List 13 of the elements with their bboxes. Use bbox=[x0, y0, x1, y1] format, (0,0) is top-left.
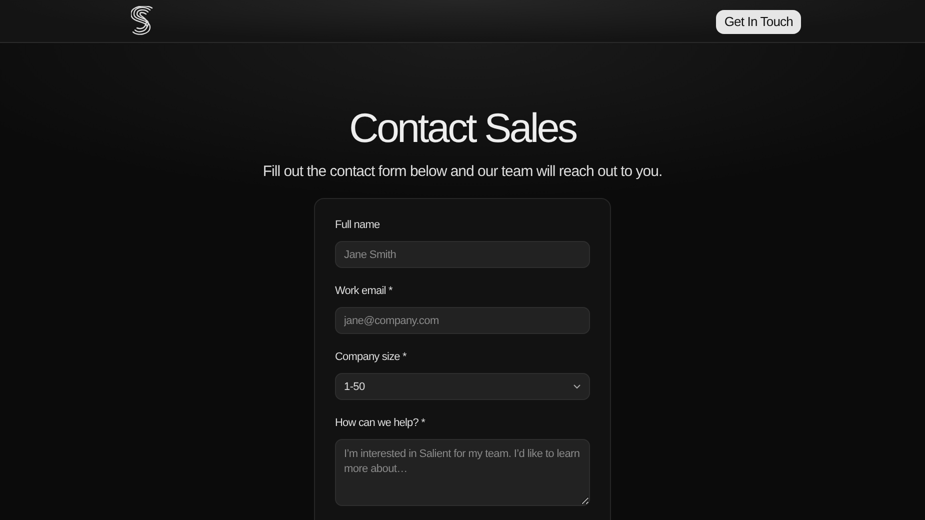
select-field[interactable]: 1-50 bbox=[335, 373, 590, 400]
text-field[interactable]: jane@company.com bbox=[335, 307, 590, 334]
get-in-touch-button[interactable]: Get In Touch bbox=[716, 10, 801, 34]
text-field[interactable]: Jane Smith bbox=[335, 241, 590, 268]
message-field[interactable]: I’m interested in Salient for my team. I’d like to learn more about… bbox=[335, 439, 590, 506]
field-label: How can we help? * bbox=[335, 417, 426, 429]
field-label: Work email * bbox=[335, 285, 394, 297]
page-title: Contact Sales bbox=[348, 105, 578, 151]
field-label: Full name bbox=[335, 219, 381, 231]
field-label: Company size * bbox=[335, 351, 408, 363]
logo-icon[interactable] bbox=[131, 6, 153, 36]
chevron-down-icon bbox=[573, 384, 581, 389]
page-subtitle: Fill out the contact form below and our team will reach out to you. bbox=[262, 163, 664, 182]
